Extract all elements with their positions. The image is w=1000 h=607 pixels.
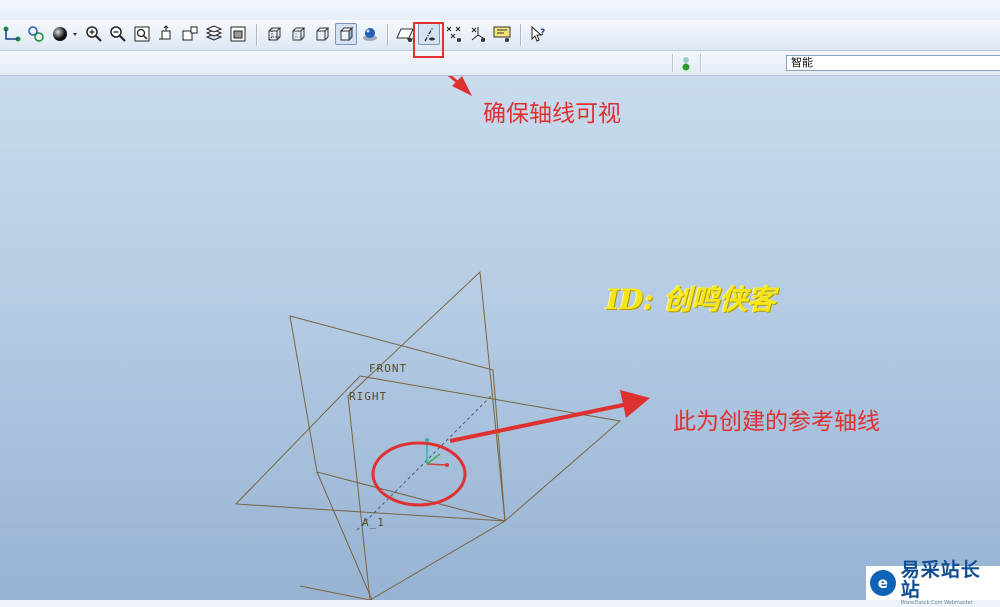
zoom-out-icon [110,26,126,42]
refit-button[interactable] [131,23,153,45]
saved-views-button[interactable] [179,23,201,45]
sphere-icon [53,27,77,41]
wireframe-icon [268,27,282,41]
graphics-window[interactable]: FRONT RIGHT A_1 确保轴线可视 此为创建的参考轴线 ID: 创鸣侠… [0,76,1000,600]
reorient-button[interactable] [155,23,177,45]
view-manager-icon [230,26,246,42]
datum-geometry [234,76,650,600]
main-toolbar: ? [0,20,1000,51]
datum-node-icon [3,26,21,42]
point-display-icon [446,26,461,42]
no-hidden-button[interactable] [311,23,333,45]
shading-icon [339,26,354,42]
datum-plane-front [234,375,622,522]
datum-plane-right [289,315,506,522]
datum-label-front[interactable]: FRONT [369,362,407,375]
logo-name-en: Www.Easck.Com Webmaster [900,599,973,606]
point-display-button[interactable] [443,23,465,45]
status-bar: 智能 [0,51,1000,76]
context-help-icon: ? [531,25,545,42]
reorient-icon [159,25,171,40]
wireframe-button[interactable] [263,23,285,45]
annotation-ensure-axis-visible: 确保轴线可视 [483,101,621,127]
status-divider [700,54,701,72]
axis-button-highlight [413,22,444,58]
realism-icon [363,28,377,41]
context-help-button[interactable]: ? [527,23,549,45]
toolbar-separator [387,24,388,46]
svg-text:?: ? [540,28,545,38]
plane-display-icon [396,28,414,42]
no-hidden-icon [316,27,330,41]
display-style-button[interactable] [50,23,80,45]
status-indicator [680,55,692,77]
layers-button[interactable] [203,23,225,45]
hidden-line-button[interactable] [287,23,309,45]
annotation-reference-axis: 此为创建的参考轴线 [673,409,880,435]
view-manager-button[interactable] [227,23,249,45]
zoom-in-icon [86,26,102,42]
axis-highlight-circle [371,441,467,507]
traffic-light-icon [682,57,690,71]
selection-filter-select[interactable]: 智能 [786,55,1000,71]
repaint-icon [28,26,44,42]
logo-e-icon: e [870,570,896,596]
menu-strip [0,0,1000,21]
zoom-out-button[interactable] [107,23,129,45]
saved-views-icon [182,26,198,41]
site-logo: e 易采站长站 Www.Easck.Com Webmaster [866,560,1000,606]
author-watermark: ID: 创鸣侠客 [606,283,776,316]
annotation-display-button[interactable] [491,23,513,45]
annotation-display-icon [493,26,511,42]
datum-label-axis[interactable]: A_1 [362,516,385,529]
datum-plane-edge [316,471,373,600]
annotation-arrow-axis [449,390,650,443]
layers-icon [205,25,223,41]
enhanced-realism-button[interactable] [359,23,381,45]
toolbar-separator [256,24,257,46]
status-divider [672,54,673,72]
annotation-arrow-toolbar [447,76,472,96]
csys-display-button[interactable] [467,23,489,45]
refit-icon [134,26,150,42]
repaint-button[interactable] [25,23,47,45]
datum-label-right[interactable]: RIGHT [349,390,387,403]
shading-button[interactable] [335,23,357,45]
datum-display-button[interactable] [1,23,23,45]
toolbar-separator [520,24,521,46]
hidden-line-icon [292,27,306,41]
logo-name-cn: 易采站长站 [900,558,981,601]
csys-display-icon [471,27,486,42]
zoom-in-button[interactable] [83,23,105,45]
datum-plane-edge [299,585,371,600]
